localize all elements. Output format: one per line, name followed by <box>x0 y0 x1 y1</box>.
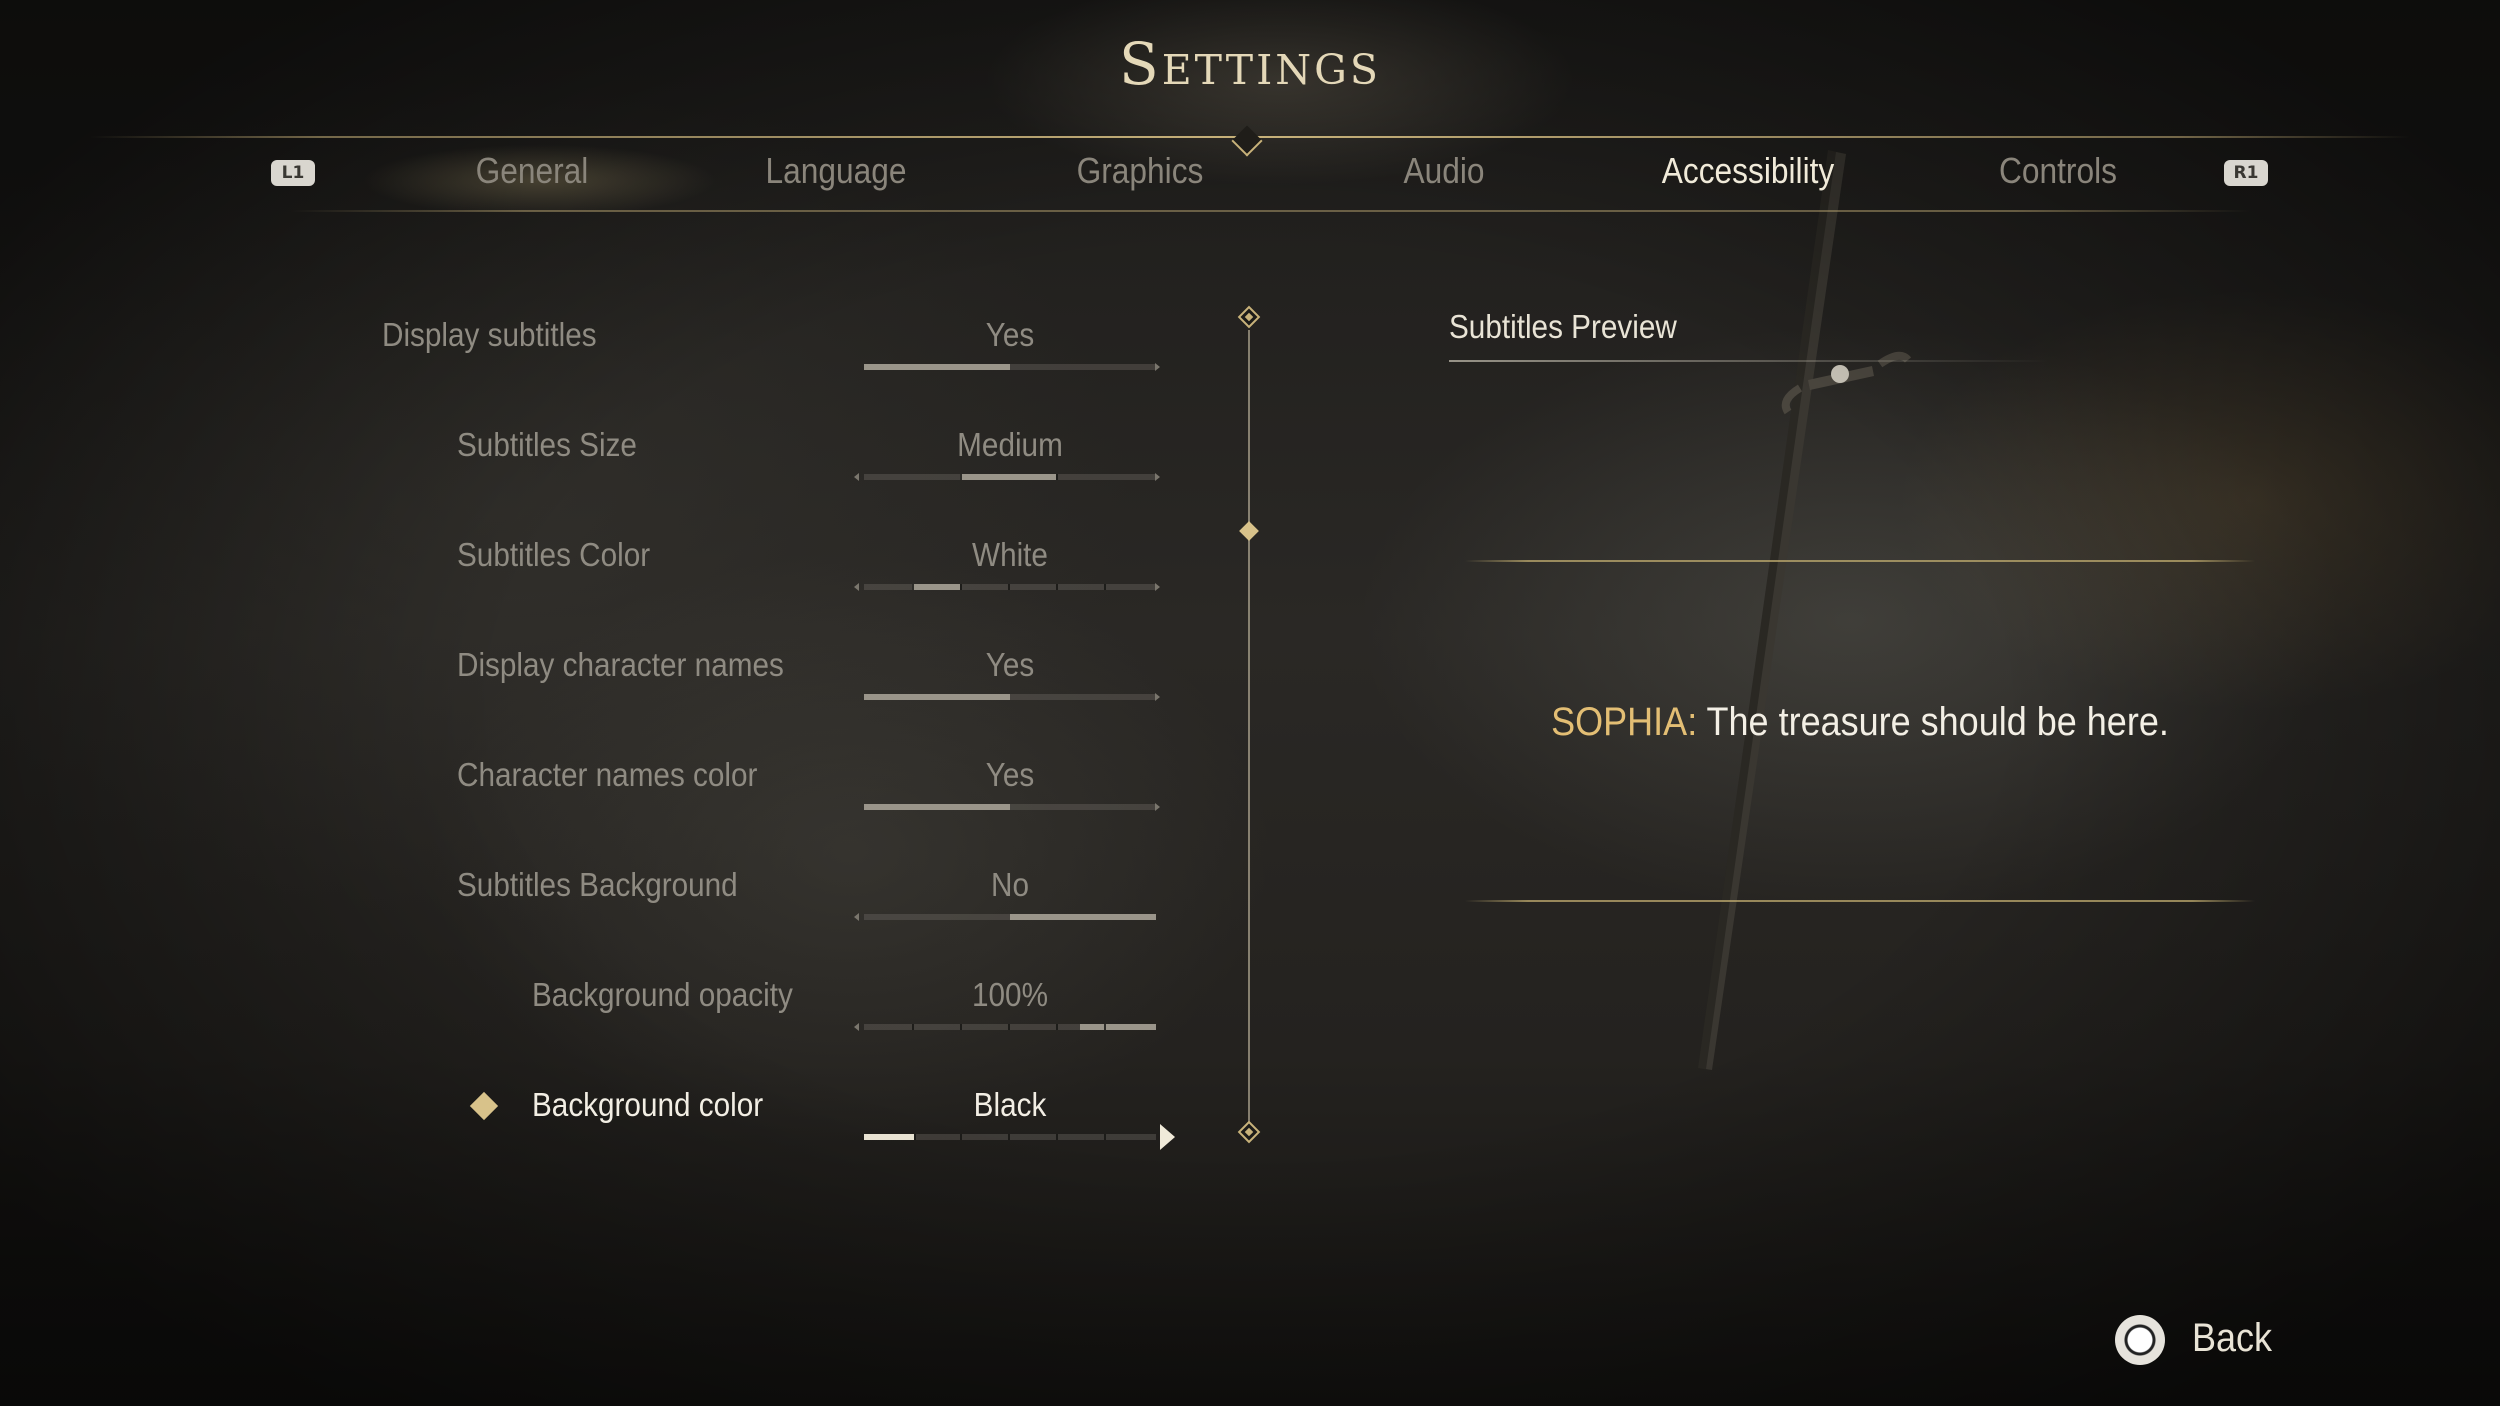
tab-accessibility[interactable]: Accessibility <box>1634 150 1863 192</box>
chevron-left-icon[interactable] <box>854 473 859 481</box>
option-toggle-bar[interactable] <box>864 804 1156 810</box>
option-value: No <box>991 866 1029 903</box>
option-value: White <box>972 536 1048 573</box>
option-label: Background opacity <box>532 976 793 1013</box>
scrollbar-track <box>1248 330 1250 1130</box>
preview-title-underline <box>1449 360 2049 362</box>
chevron-right-icon[interactable] <box>1160 1124 1175 1150</box>
option-label: Subtitles Background <box>457 866 738 903</box>
tab-language[interactable]: Language <box>722 150 951 192</box>
option-label: Background color <box>532 1086 764 1123</box>
speaker-name: SOPHIA: <box>1551 700 1698 744</box>
option-value: Yes <box>985 756 1035 793</box>
option-label: Character names color <box>457 756 758 793</box>
option-label: Display subtitles <box>382 316 597 353</box>
chevron-right-icon[interactable] <box>1155 693 1160 701</box>
subtitle-line: The treasure should be here. <box>1706 700 2169 744</box>
chevron-left-icon[interactable] <box>854 1023 859 1031</box>
tab-controls[interactable]: Controls <box>1944 150 2173 192</box>
tab-audio[interactable]: Audio <box>1330 150 1559 192</box>
chevron-left-icon[interactable] <box>854 583 859 591</box>
tab-general[interactable]: General <box>418 150 647 192</box>
option-label: Subtitles Color <box>457 536 651 573</box>
circle-button-icon[interactable] <box>2115 1315 2165 1365</box>
option-slider[interactable] <box>864 584 1156 590</box>
option-toggle-bar[interactable] <box>864 694 1156 700</box>
tab-bar-divider <box>290 210 2250 212</box>
option-toggle-bar[interactable] <box>864 364 1156 370</box>
option-value: Yes <box>985 316 1035 353</box>
preview-top-border <box>1465 560 2255 562</box>
option-label: Subtitles Size <box>457 426 637 463</box>
chevron-right-icon[interactable] <box>1155 363 1160 371</box>
option-value: Medium <box>957 426 1063 463</box>
tab-graphics[interactable]: Graphics <box>1026 150 1255 192</box>
l1-bumper-icon[interactable]: L1 <box>271 160 315 186</box>
option-slider[interactable] <box>864 1024 1156 1030</box>
chevron-left-icon[interactable] <box>854 913 859 921</box>
chevron-right-icon[interactable] <box>1155 803 1160 811</box>
option-label: Display character names <box>457 646 784 683</box>
option-toggle-bar[interactable] <box>864 914 1156 920</box>
chevron-right-icon[interactable] <box>1155 473 1160 481</box>
option-value: Black <box>973 1086 1047 1123</box>
preview-title: Subtitles Preview <box>1449 308 1677 345</box>
back-label[interactable]: Back <box>2192 1316 2272 1361</box>
option-slider[interactable] <box>864 474 1156 480</box>
page-title: Settings <box>1118 30 1382 98</box>
option-value: Yes <box>985 646 1035 683</box>
subtitle-preview-text: SOPHIA: The treasure should be here. <box>1505 700 2216 745</box>
chevron-right-icon[interactable] <box>1155 583 1160 591</box>
option-value: 100% <box>972 976 1048 1013</box>
preview-bottom-border <box>1465 900 2255 902</box>
r1-bumper-icon[interactable]: R1 <box>2224 160 2268 186</box>
option-slider[interactable] <box>864 1134 1156 1140</box>
